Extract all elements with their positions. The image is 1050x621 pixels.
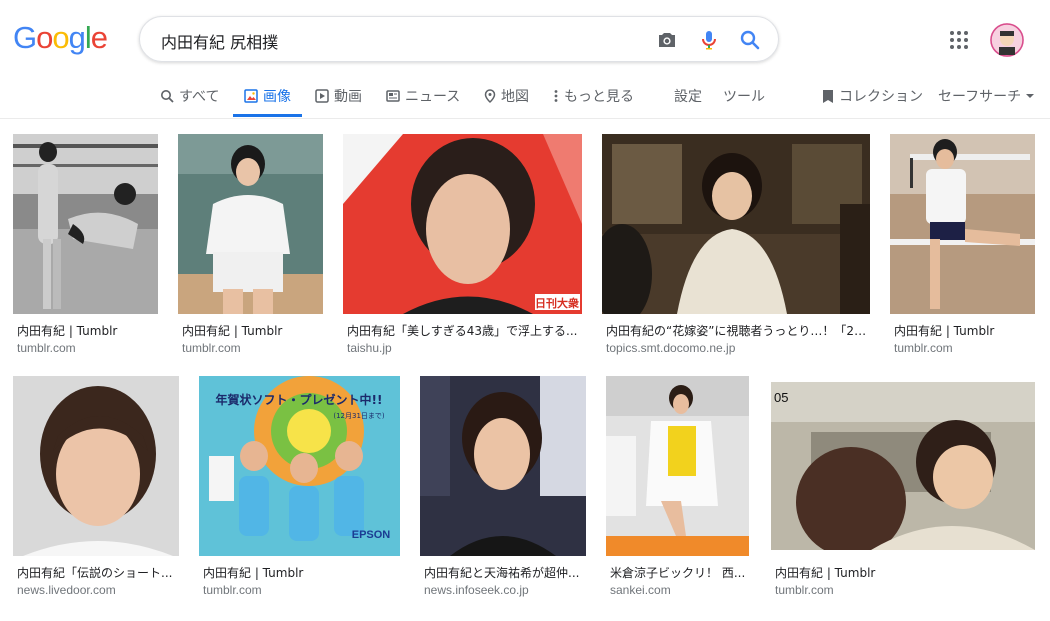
result-title[interactable]: 内田有紀 | Tumblr [894, 322, 1035, 339]
search-tabs: すべて 画像 動画 ニュース 地図 もっと見る 設定 ツール コレクション セー… [0, 80, 1050, 119]
result-domain[interactable]: tumblr.com [203, 583, 262, 597]
result-thumbnail[interactable]: 日刊大衆 [343, 134, 582, 314]
result-thumbnail[interactable] [606, 376, 749, 556]
collections-button[interactable]: コレクション [822, 86, 923, 106]
result-domain[interactable]: tumblr.com [17, 341, 76, 355]
result-thumbnail[interactable] [420, 376, 586, 556]
result-thumbnail[interactable]: 05 [771, 382, 1035, 550]
result-title[interactable]: 内田有紀「伝説のショート... [17, 564, 179, 581]
tab-videos[interactable]: 動画 [315, 86, 362, 106]
image-result[interactable]: 内田有紀の“花嫁姿”に視聴者うっとり…！「20... topics.smt.do… [602, 134, 870, 364]
news-icon [386, 90, 400, 102]
search-box[interactable]: 内田有紀 尻相撲 [139, 16, 779, 62]
result-domain[interactable]: tumblr.com [775, 583, 834, 597]
tab-label: 設定 [674, 89, 702, 105]
avatar-image [990, 23, 1024, 57]
tab-label: もっと見る [564, 89, 634, 105]
tab-more[interactable]: もっと見る [553, 86, 634, 106]
result-thumbnail[interactable]: 年賀状ソフト・プレゼント中!! (12月31日まで) EPSON [199, 376, 400, 556]
thumbnail-image: 日刊大衆 [343, 134, 582, 314]
image-result[interactable]: 内田有紀 | Tumblr tumblr.com [13, 134, 158, 364]
active-tab-indicator [233, 114, 302, 117]
image-result[interactable]: 内田有紀 | Tumblr tumblr.com [890, 134, 1035, 364]
result-title[interactable]: 内田有紀 | Tumblr [775, 564, 1035, 581]
thumbnail-image [602, 134, 870, 314]
tab-label: 画像 [263, 89, 291, 105]
thumbnail-image [13, 134, 158, 314]
safesearch-button[interactable]: セーフサーチ [938, 86, 1035, 106]
frame-number: 05 [774, 390, 788, 405]
image-result[interactable]: 05 内田有紀 | Tumblr tumblr.com [771, 376, 1035, 606]
brand-text: EPSON [352, 529, 391, 541]
result-thumbnail[interactable] [13, 134, 158, 314]
result-title[interactable]: 内田有紀の“花嫁姿”に視聴者うっとり…！「20... [606, 322, 870, 339]
image-result[interactable]: 内田有紀「伝説のショート... news.livedoor.com [13, 376, 179, 606]
logo-letter: o [52, 20, 69, 55]
result-title[interactable]: 内田有紀 | Tumblr [17, 322, 158, 339]
image-result[interactable]: 日刊大衆 内田有紀「美しすぎる43歳」で浮上する... taishu.jp [343, 134, 582, 364]
thumbnail-image: 年賀状ソフト・プレゼント中!! (12月31日まで) EPSON [199, 376, 400, 556]
camera-icon[interactable] [655, 28, 679, 52]
image-result[interactable]: 内田有紀と天海祐希が超仲... news.infoseek.co.jp [420, 376, 586, 606]
thumbnail-image [178, 134, 323, 314]
tab-tools[interactable]: ツール [723, 86, 765, 106]
watermark-text: 日刊大衆 [535, 296, 579, 310]
thumbnail-image [13, 376, 179, 556]
logo-letter: e [90, 20, 108, 55]
tab-label: 動画 [334, 89, 362, 105]
result-domain[interactable]: tumblr.com [182, 341, 241, 355]
collections-label: コレクション [839, 89, 923, 105]
safesearch-label: セーフサーチ [938, 89, 1022, 105]
tab-label: 地図 [501, 89, 529, 105]
video-icon [315, 89, 329, 103]
logo-letter: G [13, 20, 37, 55]
caret-down-icon [1026, 94, 1035, 98]
result-domain[interactable]: sankei.com [610, 583, 671, 597]
google-logo[interactable]: Google [13, 20, 108, 56]
result-title[interactable]: 内田有紀 | Tumblr [203, 564, 400, 581]
result-domain[interactable]: news.infoseek.co.jp [424, 583, 529, 597]
tab-images[interactable]: 画像 [244, 86, 291, 106]
image-icon [244, 89, 258, 103]
result-thumbnail[interactable] [602, 134, 870, 314]
result-domain[interactable]: taishu.jp [347, 341, 392, 355]
bookmark-icon [823, 89, 833, 103]
tab-news[interactable]: ニュース [386, 86, 460, 106]
promo-subtext: (12月31日まで) [333, 412, 385, 420]
logo-letter: g [68, 20, 86, 55]
result-thumbnail[interactable] [890, 134, 1035, 314]
result-title[interactable]: 内田有紀 | Tumblr [182, 322, 323, 339]
tab-label: ニュース [405, 89, 461, 105]
tab-all[interactable]: すべて [160, 86, 219, 106]
result-title[interactable]: 内田有紀「美しすぎる43歳」で浮上する... [347, 322, 582, 339]
image-result[interactable]: 米倉涼子ビックリ！ 西... sankei.com [606, 376, 749, 606]
thumbnail-image [420, 376, 586, 556]
mic-icon[interactable] [697, 28, 721, 52]
image-result[interactable]: 内田有紀 | Tumblr tumblr.com [178, 134, 323, 364]
tab-label: すべて [179, 89, 220, 105]
result-domain[interactable]: tumblr.com [894, 341, 953, 355]
search-icon [161, 90, 174, 103]
search-input[interactable]: 内田有紀 尻相撲 [161, 29, 278, 53]
result-domain[interactable]: news.livedoor.com [17, 583, 116, 597]
account-avatar[interactable] [990, 23, 1024, 57]
promo-text: 年賀状ソフト・プレゼント中!! [216, 392, 383, 407]
thumbnail-image [890, 134, 1035, 314]
result-thumbnail[interactable] [178, 134, 323, 314]
map-pin-icon [484, 89, 496, 103]
more-vert-icon [554, 90, 558, 102]
logo-letter: o [36, 20, 53, 55]
result-title[interactable]: 米倉涼子ビックリ！ 西... [610, 564, 749, 581]
result-thumbnail[interactable] [13, 376, 179, 556]
thumbnail-image [606, 376, 749, 556]
tab-label: ツール [723, 89, 765, 105]
result-domain[interactable]: topics.smt.docomo.ne.jp [606, 341, 735, 355]
tab-settings[interactable]: 設定 [674, 86, 702, 106]
apps-grid-icon[interactable] [949, 30, 969, 50]
tab-maps[interactable]: 地図 [484, 86, 529, 106]
image-result[interactable]: 年賀状ソフト・プレゼント中!! (12月31日まで) EPSON 内田有紀 | … [199, 376, 400, 606]
result-title[interactable]: 内田有紀と天海祐希が超仲... [424, 564, 586, 581]
thumbnail-image: 05 [771, 382, 1035, 550]
search-icon[interactable] [738, 28, 762, 52]
